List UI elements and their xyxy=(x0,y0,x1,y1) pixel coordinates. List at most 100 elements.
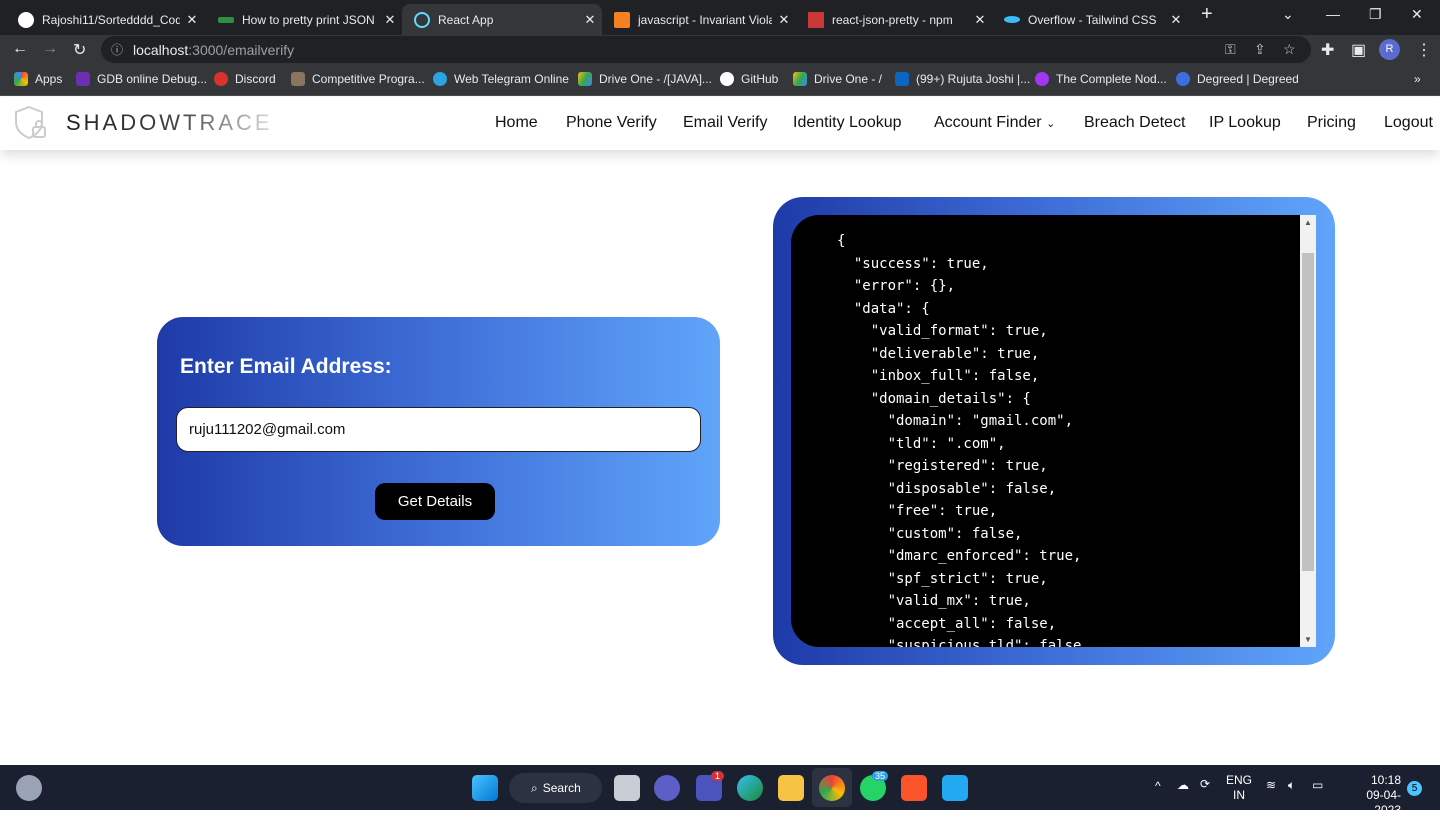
json-line: "disposable": false, xyxy=(837,480,1057,497)
get-details-button[interactable]: Get Details xyxy=(375,483,495,520)
side-panel-icon[interactable]: ▣ xyxy=(1351,40,1366,60)
chat-icon[interactable] xyxy=(654,775,680,801)
start-icon[interactable] xyxy=(472,775,498,801)
bookmark-degreed[interactable]: Degreed | Degreed xyxy=(1176,72,1299,86)
tab-npm[interactable]: react-json-pretty - npm ✕ xyxy=(796,4,992,35)
search-icon: ⌕ xyxy=(531,780,538,795)
profile-avatar[interactable]: R xyxy=(1379,39,1400,60)
json-line: "tld": ".com", xyxy=(837,435,1006,452)
scroll-up-arrow-icon[interactable]: ▲ xyxy=(1300,218,1316,227)
json-line: "suspicious_tld": false, xyxy=(837,638,1090,647)
json-line: "data": { xyxy=(837,300,930,317)
minimize-button[interactable]: — xyxy=(1326,6,1340,22)
json-line: "error": {}, xyxy=(837,278,956,294)
drive-icon xyxy=(578,72,592,86)
bookmark-linkedin[interactable]: (99+) Rujuta Joshi |... xyxy=(895,72,1030,86)
bookmark-drive-java[interactable]: Drive One - /[JAVA]... xyxy=(578,72,712,86)
battery-icon[interactable]: ▭ xyxy=(1312,778,1323,792)
json-line: "dmarc_enforced": true, xyxy=(837,548,1082,564)
nav-phone-verify[interactable]: Phone Verify xyxy=(566,114,657,132)
forward-icon[interactable]: → xyxy=(42,40,58,58)
restore-button[interactable]: ❐ xyxy=(1369,6,1382,23)
gdb-icon xyxy=(76,72,90,86)
close-tab-icon[interactable]: ✕ xyxy=(378,12,402,28)
language-indicator[interactable]: ENG IN xyxy=(1226,773,1252,803)
nav-pricing[interactable]: Pricing xyxy=(1307,114,1356,132)
json-line: "domain_details": { xyxy=(837,390,1031,407)
bookmark-drive[interactable]: Drive One - / xyxy=(793,72,882,86)
extensions-icon[interactable]: ✚ xyxy=(1321,40,1334,60)
tab-github[interactable]: Rajoshi11/Sortedddd_Code ✕ xyxy=(6,4,204,35)
email-input[interactable] xyxy=(176,407,701,452)
url-input[interactable]: ⓘ localhost:3000/emailverify ⚿ ⇪ ☆ xyxy=(101,36,1311,63)
close-window-button[interactable]: ✕ xyxy=(1411,6,1423,23)
json-line: { xyxy=(837,233,846,249)
address-bar-row: ← → ↻ ⓘ localhost:3000/emailverify ⚿ ⇪ ☆… xyxy=(0,35,1440,64)
sync-icon[interactable]: ⟳ xyxy=(1200,777,1210,791)
bookmark-telegram[interactable]: Web Telegram Online xyxy=(433,72,569,86)
bookmarks-more-button[interactable]: » xyxy=(1414,72,1421,86)
nav-logout[interactable]: Logout xyxy=(1384,114,1433,132)
scroll-down-arrow-icon[interactable]: ▼ xyxy=(1300,635,1316,644)
reload-icon[interactable]: ↻ xyxy=(73,40,86,60)
task-view-icon[interactable] xyxy=(614,775,640,801)
json-output: { "success": true, "error": {}, "data": … xyxy=(791,215,1316,647)
bookmark-apps[interactable]: Apps xyxy=(14,72,62,86)
nav-account-finder[interactable]: Account Finder ⌄ xyxy=(934,114,1055,132)
new-tab-button[interactable]: + xyxy=(1201,3,1213,26)
weather-icon[interactable] xyxy=(16,775,42,801)
close-tab-icon[interactable]: ✕ xyxy=(578,12,602,28)
json-line: "free": true, xyxy=(837,503,998,519)
bookmark-competitive[interactable]: Competitive Progra... xyxy=(291,72,425,86)
tab-gfg[interactable]: How to pretty print JSON st ✕ xyxy=(206,4,402,35)
nav-breach-detect[interactable]: Breach Detect xyxy=(1084,114,1185,132)
bookmark-udemy[interactable]: The Complete Nod... xyxy=(1035,72,1167,86)
tab-search-icon[interactable]: ⌄ xyxy=(1282,6,1294,23)
degreed-icon xyxy=(1176,72,1190,86)
wifi-icon[interactable]: ≋ xyxy=(1266,778,1276,792)
whatsapp-badge: 35 xyxy=(872,771,889,781)
nav-email-verify[interactable]: Email Verify xyxy=(683,114,767,132)
nav-home[interactable]: Home xyxy=(495,114,538,132)
edge-icon[interactable] xyxy=(737,775,763,801)
onedrive-icon[interactable]: ☁ xyxy=(1177,778,1189,792)
json-line: "domain": "gmail.com", xyxy=(837,413,1074,429)
windows-taskbar: ⌕ Search 1 35 ^ ☁ ⟳ ENG IN ≋ 🔈︎ ▭ 10:18 09-… xyxy=(0,765,1440,817)
json-line: "valid_mx": true, xyxy=(837,593,1031,609)
github-icon xyxy=(18,11,34,28)
taskbar-search[interactable]: ⌕ Search xyxy=(509,773,602,803)
nav-identity-lookup[interactable]: Identity Lookup xyxy=(793,114,902,132)
clock[interactable]: 10:18 09-04-2023 xyxy=(1340,773,1401,818)
menu-icon[interactable]: ⋮ xyxy=(1416,40,1432,60)
chevron-down-icon: ⌄ xyxy=(1046,118,1056,130)
nav-ip-lookup[interactable]: IP Lookup xyxy=(1209,114,1281,132)
bookmark-gdb[interactable]: GDB online Debug... xyxy=(76,72,207,86)
json-line: "deliverable": true, xyxy=(837,345,1040,362)
brave-icon[interactable] xyxy=(901,775,927,801)
bookmark-github[interactable]: GitHub xyxy=(720,72,778,86)
tab-stackoverflow[interactable]: javascript - Invariant Violati ✕ xyxy=(602,4,796,35)
email-form-card: Enter Email Address: Get Details xyxy=(157,317,720,546)
chrome-icon[interactable] xyxy=(819,775,845,801)
scrollbar[interactable]: ▲ ▼ xyxy=(1300,215,1316,647)
tab-tailwind[interactable]: Overflow - Tailwind CSS ✕ xyxy=(992,4,1188,35)
gfg-icon xyxy=(218,16,234,23)
npm-icon xyxy=(808,11,824,28)
notification-badge[interactable]: 5 xyxy=(1407,781,1422,796)
scrollbar-thumb[interactable] xyxy=(1302,253,1314,571)
share-icon[interactable]: ⇪ xyxy=(1254,41,1266,58)
close-tab-icon[interactable]: ✕ xyxy=(180,12,204,28)
key-icon[interactable]: ⚿ xyxy=(1225,41,1236,58)
show-hidden-icons[interactable]: ^ xyxy=(1155,779,1161,793)
star-icon[interactable]: ☆ xyxy=(1283,41,1296,58)
bookmark-discord[interactable]: Discord xyxy=(214,72,276,86)
logo[interactable]: SHADOWTRACE xyxy=(14,105,273,141)
file-explorer-icon[interactable] xyxy=(778,775,804,801)
tab-react-app[interactable]: React App ✕ xyxy=(402,4,602,35)
close-tab-icon[interactable]: ✕ xyxy=(772,12,796,28)
back-icon[interactable]: ← xyxy=(12,40,28,58)
vscode-icon[interactable] xyxy=(942,775,968,801)
close-tab-icon[interactable]: ✕ xyxy=(1164,12,1188,28)
volume-icon[interactable]: 🔈︎ xyxy=(1288,778,1295,793)
close-tab-icon[interactable]: ✕ xyxy=(968,12,992,28)
